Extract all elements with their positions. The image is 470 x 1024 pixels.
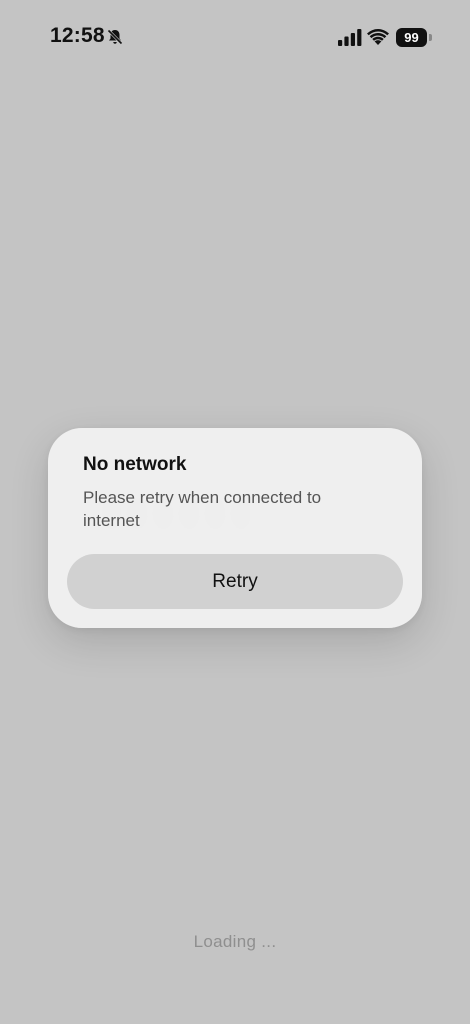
dialog-message: Please retry when connected to internet [83, 488, 322, 530]
no-network-dialog: No network Please retry when connected t… [48, 428, 422, 628]
battery-level: 99 [396, 28, 427, 47]
cellular-signal-icon [338, 29, 362, 46]
status-time: 12:58 [50, 24, 105, 47]
battery-icon: 99 [396, 28, 432, 47]
screen: 12:58 99 ▮▮▮▮▮▮ No network Please retry … [0, 0, 470, 1024]
battery-tip [429, 34, 432, 41]
status-bar: 12:58 99 [0, 0, 470, 78]
wifi-icon [367, 29, 389, 45]
retry-button[interactable]: Retry [67, 554, 403, 609]
loading-text: Loading ... [193, 932, 277, 951]
dialog-title: No network [83, 454, 187, 475]
bell-slash-icon [107, 29, 123, 45]
